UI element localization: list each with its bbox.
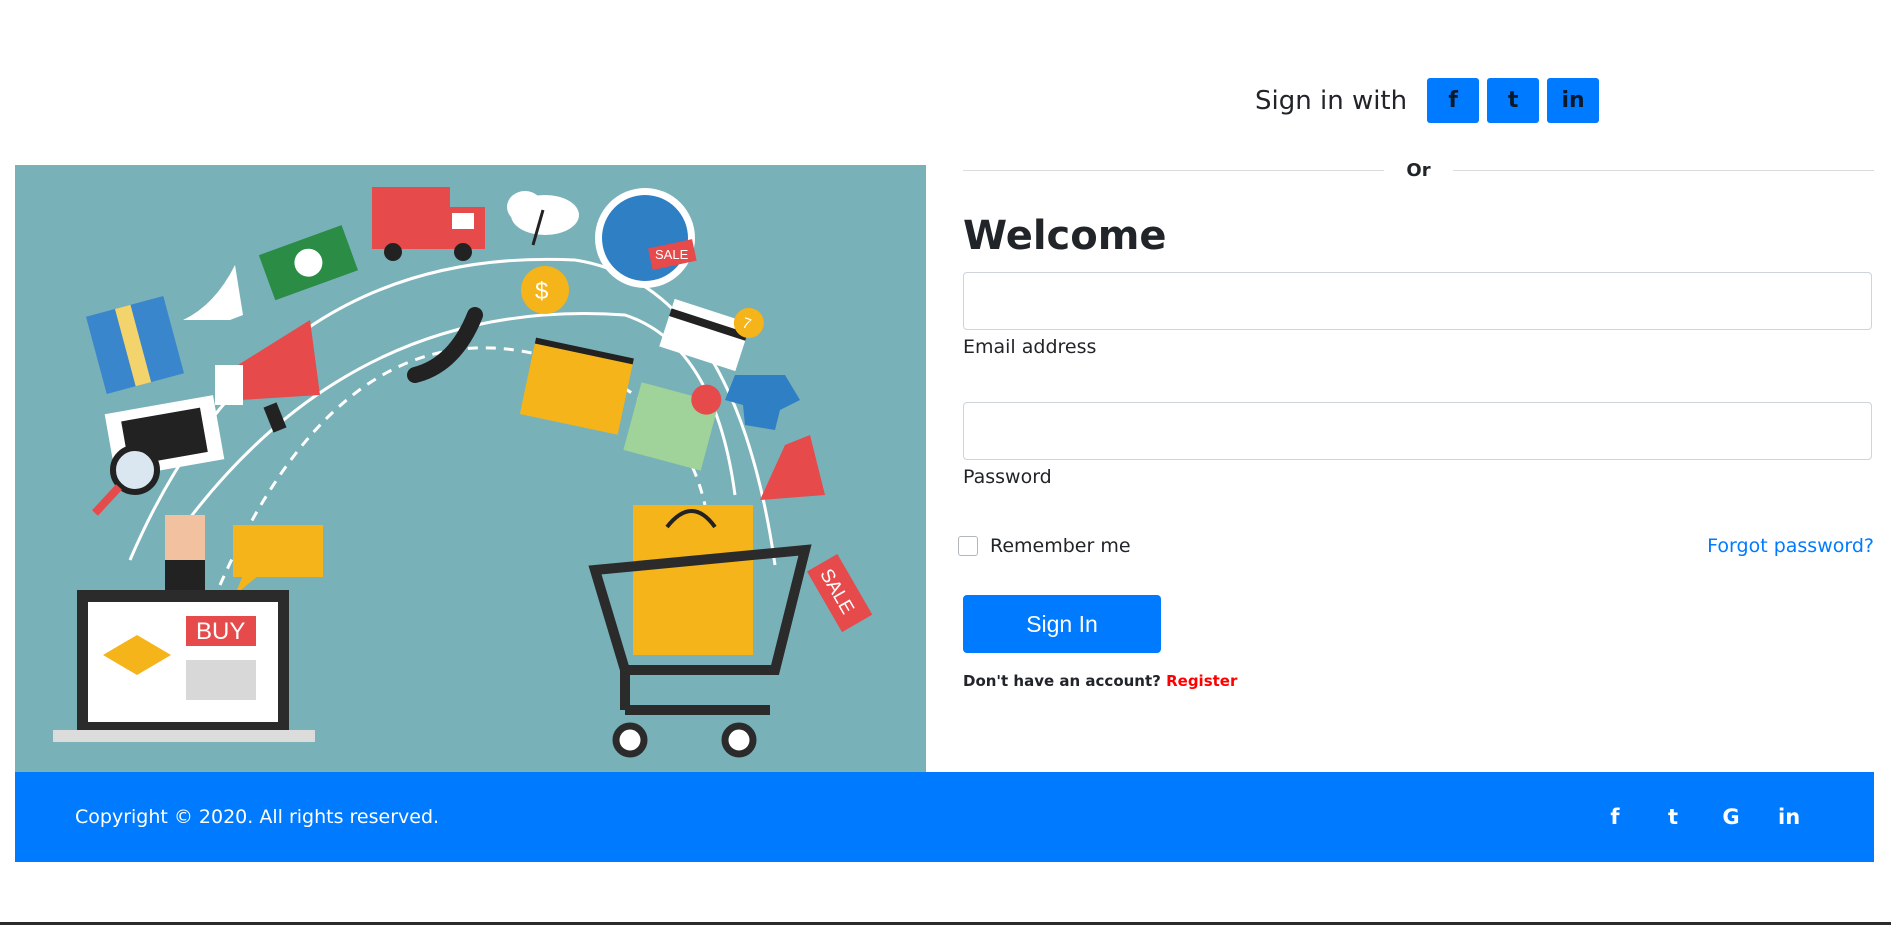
register-prompt-row: Don't have an account? Register [963,672,1237,690]
or-divider: Or [963,156,1874,184]
svg-text:BUY: BUY [196,618,245,645]
map-icon [623,382,722,471]
facebook-icon: f [1448,88,1458,113]
divider-line-right [1452,169,1874,171]
credit-card-icon: 7 [659,298,764,372]
truck-icon [372,187,485,261]
money-icon [258,225,358,301]
linkedin-icon[interactable]: in [1778,805,1800,829]
twitter-icon: t [1507,88,1519,113]
footer: Copyright © 2020. All rights reserved. f… [15,772,1874,862]
coin-icon: $ [521,266,569,314]
linkedin-signin-button[interactable]: in [1547,78,1600,123]
basket-icon [519,337,634,435]
gift-icon [86,296,184,394]
password-label: Password [963,466,1052,488]
sign-in-button[interactable]: Sign In [963,595,1161,653]
footer-social-links: f t G in [1568,772,1800,862]
hero-illustration: SALE $ 7 BUY SALE [15,165,926,772]
remember-me-label[interactable]: Remember me [990,535,1131,557]
welcome-heading: Welcome [963,213,1167,259]
register-prompt: Don't have an account? [963,672,1161,690]
hand-icon [165,515,205,595]
google-icon[interactable]: G [1720,805,1742,829]
shopping-bag-icon [633,505,753,655]
svg-text:SALE: SALE [655,247,689,262]
cloud-icon [507,191,579,246]
twitter-signin-button[interactable]: t [1487,78,1540,123]
social-signin-row: Sign in with f t in [1255,78,1600,123]
forgot-password-link[interactable]: Forgot password? [1707,535,1874,557]
divider-line-left [963,169,1385,171]
social-signin-lead: Sign in with [1255,85,1408,116]
chat-bubble-icon [233,525,323,595]
facebook-signin-button[interactable]: f [1427,78,1480,123]
divider-or-text: Or [1406,159,1431,181]
copyright-text: Copyright © 2020. All rights reserved. [75,806,440,828]
email-field[interactable] [963,272,1872,330]
megaphone-icon [215,320,320,433]
phone-icon [407,307,483,383]
email-label: Email address [963,336,1097,358]
linkedin-icon: in [1561,88,1585,113]
facebook-icon[interactable]: f [1604,805,1626,829]
dress-icon [760,435,825,500]
shirt-icon [725,375,800,430]
globe-icon: SALE [595,188,697,288]
remember-me-checkbox[interactable] [958,536,978,556]
magnifier-icon [92,445,160,516]
password-field[interactable] [963,402,1872,460]
register-link[interactable]: Register [1166,672,1237,690]
svg-text:$: $ [535,278,548,305]
sale-tag-icon: SALE [807,554,873,633]
remember-me-row: Remember me [958,535,1131,557]
twitter-icon[interactable]: t [1662,805,1684,829]
laptop-icon: BUY [53,590,315,742]
high-heel-icon [183,265,243,320]
